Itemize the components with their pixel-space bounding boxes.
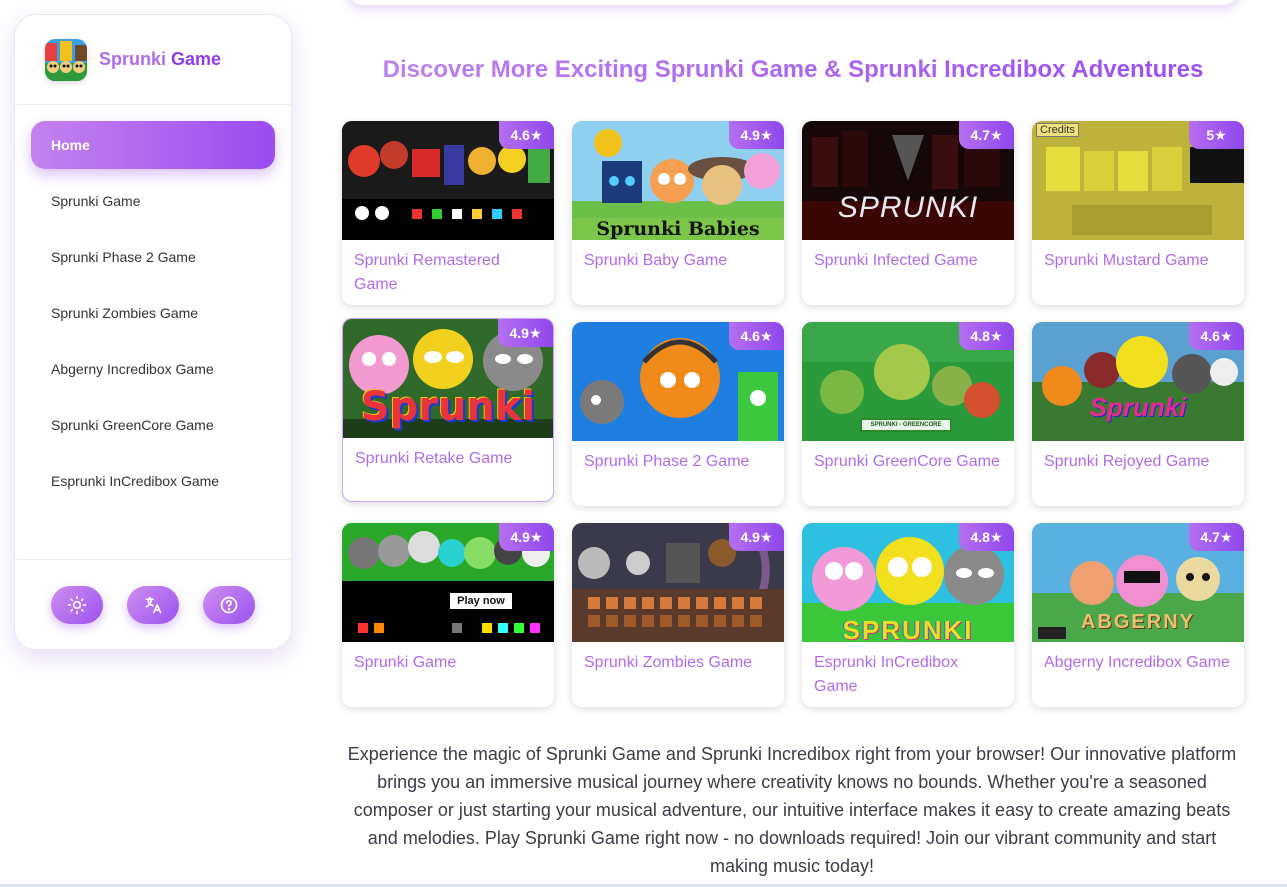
sidebar-nav: Home Sprunki Game Sprunki Phase 2 Game S… xyxy=(15,105,291,505)
thumbnail-caption: ABGERNY xyxy=(1080,611,1195,633)
rating-badge: 4.7★ xyxy=(1189,523,1244,551)
game-card-title[interactable]: Sprunki Mustard Game xyxy=(1032,240,1244,273)
rating-badge: 4.9★ xyxy=(729,523,784,551)
brand-name-part2: Game xyxy=(171,49,222,69)
thumbnail-caption: SPRUNKI xyxy=(837,191,979,224)
section-heading: Discover More Exciting Sprunki Game & Sp… xyxy=(340,56,1246,84)
game-thumbnail: 4.9★ Sprunki xyxy=(343,319,553,438)
thumbnail-caption: Credits xyxy=(1036,123,1079,137)
description-paragraph: Experience the magic of Sprunki Game and… xyxy=(347,744,1237,876)
game-thumbnail: 5★ Credits xyxy=(1032,121,1244,240)
game-card[interactable]: 4.6★ Sprunki Phase 2 Game xyxy=(572,322,784,506)
sidebar-item-sprunki-greencore[interactable]: Sprunki GreenCore Game xyxy=(31,401,275,449)
game-card[interactable]: 4.9★ Play now Sprunki Game xyxy=(342,523,554,707)
game-card-title[interactable]: Sprunki GreenCore Game xyxy=(802,441,1014,474)
rating-badge: 4.7★ xyxy=(959,121,1014,149)
game-card-title[interactable]: Esprunki InCredibox Game xyxy=(802,642,1014,699)
game-thumbnail: 4.9★ xyxy=(572,523,784,642)
game-thumbnail: 4.6★ xyxy=(342,121,554,240)
game-thumbnail: 4.6★ Sprunki xyxy=(1032,322,1244,441)
rating-badge: 4.9★ xyxy=(499,523,554,551)
sidebar-item-sprunki-phase-2[interactable]: Sprunki Phase 2 Game xyxy=(31,233,275,281)
game-thumbnail: 4.6★ xyxy=(572,322,784,441)
rating-badge: 4.8★ xyxy=(959,523,1014,551)
game-thumbnail: 4.8★ SPRUNKI - GREENCORE xyxy=(802,322,1014,441)
game-card[interactable]: 4.9★ Sprunki Zombies Game xyxy=(572,523,784,707)
game-thumbnail: 4.8★ SPRUNKI xyxy=(802,523,1014,642)
sidebar-item-sprunki-game[interactable]: Sprunki Game xyxy=(31,177,275,225)
sidebar-item-sprunki-zombies[interactable]: Sprunki Zombies Game xyxy=(31,289,275,337)
game-card-title[interactable]: Abgerny Incredibox Game xyxy=(1032,642,1244,675)
game-card[interactable]: 4.9★ Sprunki Sprunki Retake Game xyxy=(342,318,554,502)
rating-badge: 4.9★ xyxy=(729,121,784,149)
game-thumbnail: 4.9★ Play now xyxy=(342,523,554,642)
game-card[interactable]: 4.6★ Sprunki Sprunki Rejoyed Game xyxy=(1032,322,1244,506)
game-card-title[interactable]: Sprunki Phase 2 Game xyxy=(572,441,784,474)
sidebar-item-home[interactable]: Home xyxy=(31,121,275,169)
game-card[interactable]: 4.9★ Sprunki Babies Sprunki Baby Game xyxy=(572,121,784,305)
thumbnail-caption: Sprunki xyxy=(360,384,536,430)
game-card[interactable]: 5★ Credits Sprunki Mustard Game xyxy=(1032,121,1244,305)
rating-badge: 4.9★ xyxy=(498,319,553,347)
thumbnail-caption: Sprunki xyxy=(1089,392,1187,422)
thumbnail-caption: SPRUNKI xyxy=(842,615,974,642)
game-card-title[interactable]: Sprunki Infected Game xyxy=(802,240,1014,273)
sun-icon xyxy=(67,595,87,614)
sidebar-footer xyxy=(15,559,291,649)
previous-section-panel xyxy=(346,0,1240,6)
brand-name-part1: Sprunki xyxy=(99,49,167,69)
game-card[interactable]: 4.6★ Sprunki Remastered Game xyxy=(342,121,554,305)
game-thumbnail: 4.7★ ABGERNY xyxy=(1032,523,1244,642)
sidebar-item-abgerny-incredibox[interactable]: Abgerny Incredibox Game xyxy=(31,345,275,393)
language-button[interactable] xyxy=(127,585,179,624)
rating-badge: 5★ xyxy=(1189,121,1244,149)
brand[interactable]: Sprunki Game xyxy=(15,15,291,105)
sidebar-item-esprunki-incredibox[interactable]: Esprunki InCredibox Game xyxy=(31,457,275,505)
game-card[interactable]: 4.7★ SPRUNKI Sprunki Infected Game xyxy=(802,121,1014,305)
game-card-title[interactable]: Sprunki Remastered Game xyxy=(342,240,554,297)
game-thumbnail: 4.7★ SPRUNKI xyxy=(802,121,1014,240)
rating-badge: 4.6★ xyxy=(499,121,554,149)
game-thumbnail: 4.9★ Sprunki Babies xyxy=(572,121,784,240)
game-card-title[interactable]: Sprunki Rejoyed Game xyxy=(1032,441,1244,474)
sidebar: Sprunki Game Home Sprunki Game Sprunki P… xyxy=(14,14,292,650)
game-card[interactable]: 4.8★ SPRUNKI - GREENCORE Sprunki GreenCo… xyxy=(802,322,1014,506)
thumbnail-caption: Sprunki Babies xyxy=(596,218,760,240)
thumbnail-caption: SPRUNKI - GREENCORE xyxy=(860,418,952,432)
sprunki-logo-icon xyxy=(45,38,87,81)
rating-badge: 4.6★ xyxy=(729,322,784,350)
game-card[interactable]: 4.8★ SPRUNKI Esprunki InCredibox Game xyxy=(802,523,1014,707)
game-card-title[interactable]: Sprunki Retake Game xyxy=(343,438,553,471)
rating-badge: 4.8★ xyxy=(959,322,1014,350)
game-card-title[interactable]: Sprunki Zombies Game xyxy=(572,642,784,675)
rating-badge: 4.6★ xyxy=(1189,322,1244,350)
game-card-title[interactable]: Sprunki Baby Game xyxy=(572,240,784,273)
game-card[interactable]: 4.7★ ABGERNY Abgerny Incredibox Game xyxy=(1032,523,1244,707)
translate-icon xyxy=(145,596,162,613)
brand-name: Sprunki Game xyxy=(99,49,221,70)
theme-toggle-button[interactable] xyxy=(51,585,103,624)
game-card-title[interactable]: Sprunki Game xyxy=(342,642,554,675)
play-now-label: Play now xyxy=(450,593,512,609)
help-icon xyxy=(220,596,238,613)
help-button[interactable] xyxy=(203,585,255,624)
